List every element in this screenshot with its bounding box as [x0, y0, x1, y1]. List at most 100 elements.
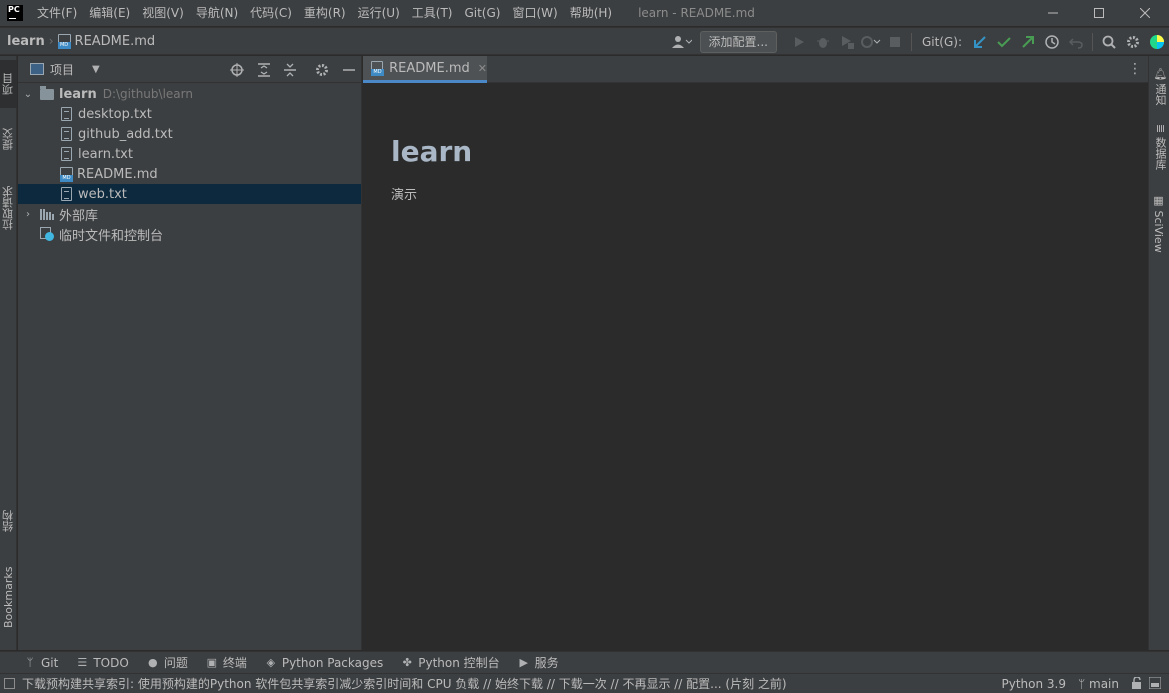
tool-tab-commit[interactable]: 提交: [0, 118, 17, 160]
git-label: Git(G):: [921, 34, 962, 49]
folder-icon: [40, 85, 54, 100]
tool-tab-database-label: 数据库: [1154, 136, 1167, 170]
menu-window[interactable]: 窗口(W): [506, 0, 563, 26]
editor-tab-bar: README.md ✕ ⋮: [363, 56, 1148, 83]
terminal-icon: ▣: [206, 656, 218, 669]
expand-all-icon[interactable]: [255, 61, 273, 79]
tool-python-packages-label: Python Packages: [281, 655, 384, 670]
minimize-button[interactable]: [1030, 0, 1076, 26]
tree-file-desktop[interactable]: desktop.txt: [18, 104, 361, 124]
services-icon: ▶: [519, 656, 528, 669]
markdown-paragraph: 演示: [391, 188, 418, 203]
close-window-button[interactable]: [1122, 0, 1168, 26]
text-file-icon: [61, 127, 72, 141]
toggle-tool-windows-icon[interactable]: [4, 678, 15, 689]
tree-external-libraries[interactable]: › 外部库: [18, 204, 361, 224]
lock-icon[interactable]: [1131, 675, 1143, 692]
coverage-icon[interactable]: [835, 31, 859, 53]
maximize-button[interactable]: [1076, 0, 1122, 26]
run-icon[interactable]: [787, 31, 811, 53]
tree-file-label: desktop.txt: [78, 106, 152, 122]
menu-code[interactable]: 代码(C): [244, 0, 298, 26]
tree-file-readme[interactable]: README.md: [18, 164, 361, 184]
tree-file-label: README.md: [77, 166, 158, 182]
tool-terminal[interactable]: ▣ 终端: [206, 654, 247, 671]
chevron-down-icon[interactable]: ▼: [92, 64, 100, 75]
tree-root-learn[interactable]: ⌄ learn D:\github\learn: [18, 84, 361, 104]
python-interpreter[interactable]: Python 3.9: [1002, 677, 1067, 691]
tree-file-learn[interactable]: learn.txt: [18, 144, 361, 164]
tool-python-packages[interactable]: ◈ Python Packages: [265, 655, 384, 670]
title-menu-bar: PC 文件(F) 编辑(E) 视图(V) 导航(N) 代码(C) 重构(R) 运…: [0, 0, 1169, 26]
user-icon[interactable]: [670, 31, 694, 53]
project-panel-title[interactable]: 项目: [50, 61, 74, 78]
git-branch-widget[interactable]: ᛘ main: [1078, 677, 1119, 691]
add-configuration-button[interactable]: 添加配置...: [699, 30, 777, 53]
git-push-icon[interactable]: [1016, 31, 1040, 53]
panel-options-gear-icon[interactable]: [313, 61, 331, 79]
git-update-icon[interactable]: [968, 31, 992, 53]
text-file-icon: [61, 187, 72, 201]
menu-navigate[interactable]: 导航(N): [190, 0, 244, 26]
menu-tools[interactable]: 工具(T): [406, 0, 459, 26]
tool-todo[interactable]: ☰ TODO: [76, 656, 128, 670]
profile-icon[interactable]: [859, 31, 883, 53]
tree-scratches[interactable]: 临时文件和控制台: [18, 224, 361, 244]
stop-icon[interactable]: [883, 31, 907, 53]
text-file-icon: [61, 107, 72, 121]
search-icon[interactable]: [1097, 31, 1121, 53]
locate-file-icon[interactable]: [228, 61, 246, 79]
tool-tab-sciview-label: SciView: [1152, 210, 1165, 253]
rollback-icon[interactable]: [1064, 31, 1088, 53]
history-icon[interactable]: [1040, 31, 1064, 53]
tool-terminal-label: 终端: [222, 656, 247, 670]
window-title: learn - README.md: [638, 6, 755, 20]
tool-git[interactable]: ᛘ Git: [24, 655, 59, 670]
memory-indicator-icon[interactable]: [1148, 676, 1162, 692]
bell-icon: 🔔︎: [1154, 66, 1167, 80]
tree-file-web[interactable]: web.txt: [18, 184, 361, 204]
tool-tab-pull-requests[interactable]: 拉取请求: [0, 174, 17, 242]
debug-icon[interactable]: [811, 31, 835, 53]
tool-problems-label: 问题: [163, 656, 188, 670]
collapsed-arrow-icon[interactable]: ›: [22, 209, 34, 220]
markdown-file-icon: [57, 33, 71, 49]
menu-file[interactable]: 文件(F): [31, 0, 83, 26]
toolbar-separator: [1092, 32, 1093, 51]
tool-problems[interactable]: ● 问题: [147, 654, 188, 671]
menu-git[interactable]: Git(G): [458, 0, 506, 26]
tool-tab-bookmarks[interactable]: Bookmarks: [0, 556, 17, 638]
close-icon: [1140, 8, 1150, 18]
right-tool-strip: 🔔︎ 通知 ≣ 数据库 ▦ SciView: [1148, 56, 1169, 650]
close-tab-icon[interactable]: ✕: [478, 62, 487, 75]
menu-edit[interactable]: 编辑(E): [83, 0, 136, 26]
menu-view[interactable]: 视图(V): [136, 0, 190, 26]
tool-tab-project[interactable]: 项目: [0, 60, 17, 108]
project-tree: ⌄ learn D:\github\learn desktop.txt gith…: [18, 83, 361, 244]
tool-tab-notifications[interactable]: 🔔︎ 通知: [1152, 66, 1168, 105]
minimize-icon: [1048, 12, 1058, 14]
breadcrumb-project[interactable]: learn: [7, 34, 45, 49]
more-options-icon[interactable]: ⋮: [1128, 61, 1142, 77]
tree-file-label: github_add.txt: [78, 126, 173, 142]
tool-tab-sciview[interactable]: ▦ SciView: [1152, 194, 1165, 253]
collapse-all-icon[interactable]: [281, 61, 299, 79]
status-message[interactable]: 下载预构建共享索引: 使用预构建的Python 软件包共享索引减少索引时间和 C…: [22, 675, 787, 692]
git-commit-icon[interactable]: [992, 31, 1016, 53]
breadcrumb-file[interactable]: README.md: [75, 34, 156, 49]
expanded-arrow-icon[interactable]: ⌄: [22, 89, 34, 100]
tool-services[interactable]: ▶ 服务: [518, 654, 558, 671]
menu-help[interactable]: 帮助(H): [564, 0, 618, 26]
tool-git-label: Git: [41, 655, 59, 670]
tree-file-github-add[interactable]: github_add.txt: [18, 124, 361, 144]
hide-panel-icon[interactable]: [340, 61, 358, 79]
editor-tab-readme[interactable]: README.md ✕: [363, 56, 487, 83]
tool-tab-structure[interactable]: 结构: [0, 500, 17, 542]
settings-gear-icon[interactable]: [1121, 31, 1145, 53]
menu-run[interactable]: 运行(U): [352, 0, 406, 26]
tool-tab-bookmarks-label: Bookmarks: [2, 566, 15, 628]
ide-update-icon[interactable]: [1145, 31, 1169, 53]
tool-tab-database[interactable]: ≣ 数据库: [1152, 124, 1168, 170]
tool-python-console[interactable]: ✤ Python 控制台: [401, 654, 500, 671]
menu-refactor[interactable]: 重构(R): [298, 0, 352, 26]
